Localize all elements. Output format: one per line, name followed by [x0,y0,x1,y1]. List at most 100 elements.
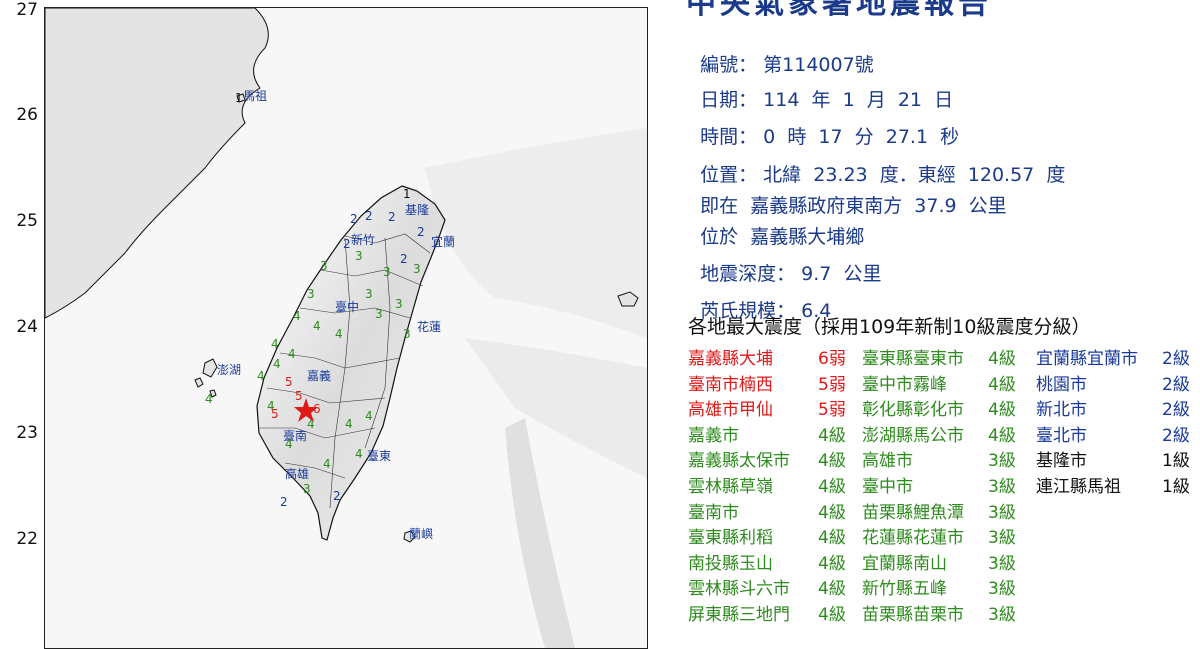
station-name: 嘉義市 [688,425,739,446]
station-name: 桃園市 [1036,374,1087,395]
station-marker: 2 [280,495,288,509]
station-intensity: 4級 [988,349,1016,369]
intensity-heading: 各地最大震度（採用109年新制10級震度分級） [688,316,1091,338]
map-canvas: 馬祖 基隆 新竹 宜蘭 臺中 花蓮 澎湖 嘉義 臺南 臺東 高雄 蘭嶼 1 1 … [45,8,647,648]
lat-tick-24: 24 [16,317,38,337]
station-intensity: 6弱 [818,349,846,369]
station-intensity: 4級 [988,400,1016,421]
station-name: 基隆市 [1036,451,1087,472]
station-intensity: 4級 [818,477,846,497]
station-marker: 4 [257,369,265,383]
station-marker: 5 [285,375,293,389]
station-marker: 2 [400,252,408,266]
label-yilan: 宜蘭 [431,234,455,249]
station-name: 高雄市甲仙 [688,400,773,421]
station-name: 臺北市 [1036,425,1087,446]
station-name: 屏東縣三地門 [688,605,790,625]
station-intensity: 1級 [1162,451,1190,472]
label-penghu: 澎湖 [217,362,241,377]
station-marker: 2 [417,225,425,239]
station-intensity: 4級 [818,528,846,549]
label-taitung: 臺東 [367,448,391,463]
station-intensity: 4級 [818,502,846,523]
lat-tick-27: 27 [16,0,38,20]
station-marker: 2 [350,212,358,226]
station-name: 宜蘭縣南山 [862,553,947,574]
station-marker: 4 [313,319,321,333]
station-marker: 1 [403,187,411,201]
intensity-map[interactable]: 馬祖 基隆 新竹 宜蘭 臺中 花蓮 澎湖 嘉義 臺南 臺東 高雄 蘭嶼 1 1 … [44,7,648,649]
station-marker: 4 [271,337,279,351]
station-marker: 3 [395,297,403,311]
station-intensity: 2級 [1162,374,1190,395]
station-marker: 3 [355,249,363,263]
station-marker: 3 [383,265,391,279]
station-name: 苗栗縣鯉魚潭 [862,502,964,523]
station-name: 臺南市 [688,502,739,523]
label-hsinchu: 新竹 [351,232,375,247]
lat-tick-26: 26 [16,105,38,125]
station-intensity: 3級 [988,605,1016,625]
station-name: 彰化縣彰化市 [862,400,964,421]
station-intensity: 2級 [1162,425,1190,446]
station-name: 雲林縣斗六市 [688,579,790,600]
station-intensity: 3級 [988,451,1016,472]
station-intensity: 4級 [818,579,846,600]
station-intensity: 4級 [988,425,1016,446]
station-intensity: 3級 [988,502,1016,523]
station-intensity: 3級 [988,528,1016,549]
station-marker: 3 [375,307,383,321]
station-name: 宜蘭縣宜蘭市 [1036,349,1138,369]
label-taichung: 臺中 [335,299,359,314]
station-intensity: 4級 [818,605,846,625]
station-name: 臺東縣利稻 [688,528,773,549]
station-marker: 4 [273,357,281,371]
station-marker: 3 [365,287,373,301]
station-marker: 5 [271,407,279,421]
station-name: 臺東縣臺東市 [862,349,964,369]
station-intensity: 4級 [818,425,846,446]
label-keelung: 基隆 [405,202,429,217]
station-name: 南投縣玉山 [688,553,773,574]
station-marker: 2 [388,210,396,224]
station-marker: 5 [295,389,303,403]
station-intensity: 3級 [988,553,1016,574]
station-marker: 2 [365,209,373,223]
station-name: 新北市 [1036,400,1087,421]
station-marker: 4 [323,457,331,471]
station-name: 高雄市 [862,451,913,472]
station-name: 雲林縣草嶺 [688,477,773,497]
station-name: 花蓮縣花蓮市 [862,528,964,549]
label-hualien: 花蓮 [417,319,441,334]
station-name: 臺中市霧峰 [862,374,947,395]
station-intensity: 4級 [818,451,846,472]
label-lanyu: 蘭嶼 [409,527,433,541]
station-intensity: 4級 [988,374,1016,395]
station-intensity: 3級 [988,579,1016,600]
lat-tick-25: 25 [16,211,38,231]
station-intensity: 5弱 [818,374,846,395]
station-intensity: 3級 [988,477,1016,497]
station-marker: 4 [285,437,293,451]
station-marker: 4 [355,447,363,461]
station-intensity: 1級 [1162,477,1190,497]
station-intensity: 2級 [1162,349,1190,369]
station-marker: 3 [403,327,411,341]
station-marker: 1 [235,91,243,105]
station-name: 苗栗縣苗栗市 [862,605,964,625]
label-matsu: 馬祖 [243,88,267,103]
station-name: 新竹縣五峰 [862,579,947,600]
station-name: 嘉義縣太保市 [688,451,790,472]
label-chiayi: 嘉義 [307,368,331,383]
station-marker: 3 [413,262,421,276]
station-marker: 4 [288,347,296,361]
label-kaohsiung: 高雄 [285,466,309,481]
station-name: 臺南市楠西 [688,374,773,395]
station-marker: 3 [303,482,311,496]
station-name: 連江縣馬祖 [1036,477,1121,497]
station-marker: 2 [343,237,351,251]
station-marker: 3 [307,287,315,301]
station-intensity: 5弱 [818,400,846,421]
station-marker: 4 [365,409,373,423]
station-marker: 4 [335,327,343,341]
